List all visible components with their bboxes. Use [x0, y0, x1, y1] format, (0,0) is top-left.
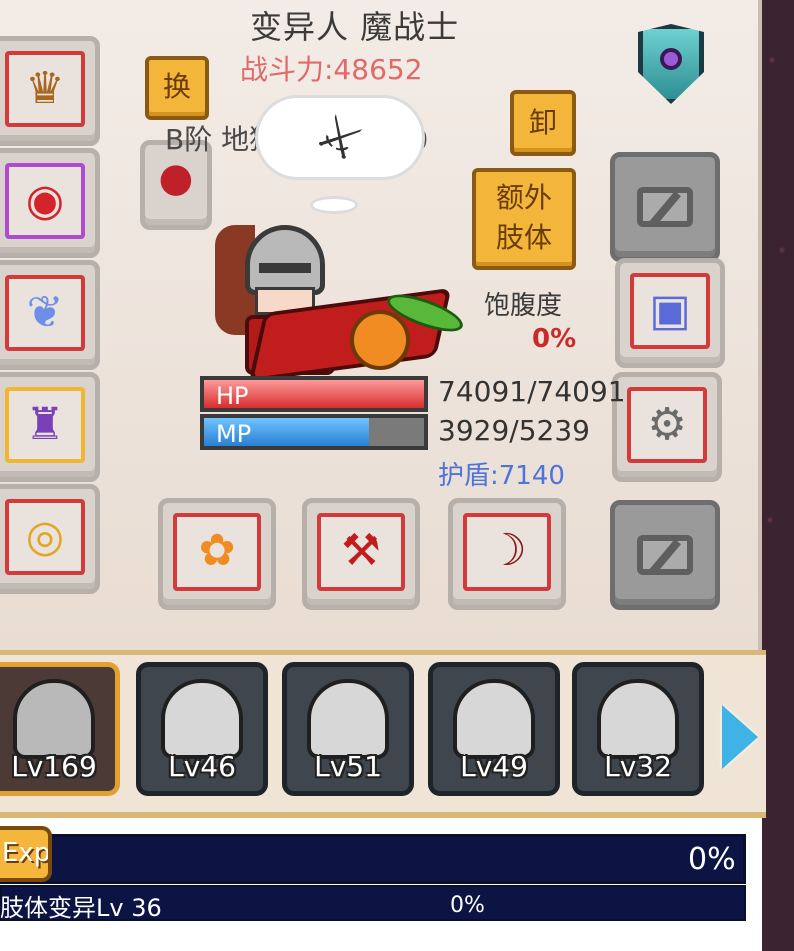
class-emblem-icon[interactable]	[620, 8, 722, 116]
character-helmet	[245, 225, 325, 295]
emblem-core	[660, 48, 682, 70]
purple-armor-icon: ♜	[25, 399, 65, 450]
roster-level: Lv32	[604, 750, 672, 783]
roster-card-5[interactable]: Lv32	[572, 662, 704, 796]
slot-locked-top[interactable]	[610, 152, 720, 262]
satiety-label: 饱腹度	[484, 291, 563, 321]
thought-bubble-dot	[310, 196, 358, 214]
mutation-value: 0%	[450, 893, 485, 918]
avatar	[453, 679, 535, 759]
held-pumpkin	[350, 310, 410, 370]
roster-level: Lv169	[11, 750, 97, 783]
hp-bar: HP	[200, 376, 428, 412]
roster-level: Lv46	[168, 750, 236, 783]
hp-value: 74091/74091	[438, 375, 626, 408]
slot-ranged[interactable]: ☽	[448, 498, 566, 610]
mutation-label: 肢体变异Lv 36	[0, 894, 162, 922]
exp-bar	[0, 834, 746, 884]
slot-locked-bottom[interactable]	[610, 500, 720, 610]
slot-wing[interactable]: ❦	[0, 260, 100, 370]
roster-level: Lv51	[314, 750, 382, 783]
combat-power: 战斗力:48652	[240, 53, 423, 86]
next-arrow-icon[interactable]	[722, 705, 758, 769]
shield-value: 护盾:7140	[438, 461, 565, 491]
hp-label: HP	[216, 382, 249, 410]
slot-gun[interactable]: ⚙	[612, 372, 722, 482]
roster-card-2[interactable]: Lv46	[136, 662, 268, 796]
mech-gun-icon: ⚙	[647, 399, 687, 450]
slot-ring[interactable]: ◎	[0, 484, 100, 594]
slot-offhand[interactable]: ✿	[158, 498, 276, 610]
avatar	[13, 679, 95, 759]
panel-edge-decoration	[762, 0, 794, 951]
slot-head[interactable]: ♛	[0, 36, 100, 146]
pendant-amulet-icon: ◉	[25, 175, 65, 226]
mp-label: MP	[216, 420, 252, 448]
slot-mainhand[interactable]: ⚒	[302, 498, 420, 610]
slot-device[interactable]: ▣	[615, 258, 725, 368]
avatar	[597, 679, 679, 759]
roster-card-3[interactable]: Lv51	[282, 662, 414, 796]
exp-value: 0%	[688, 842, 736, 877]
character-title: 变异人 魔战士	[250, 8, 460, 46]
roster-card-1[interactable]: Lv169	[0, 662, 120, 796]
locked-slot-icon	[637, 187, 693, 227]
mp-bar: MP	[200, 414, 428, 450]
device-icon: ▣	[649, 285, 691, 336]
red-scythe-icon: ⚒	[341, 525, 381, 576]
extra-limb-label-2: 肢体	[495, 221, 552, 254]
demon-bow-icon: ☽	[487, 525, 527, 576]
avatar	[307, 679, 389, 759]
thorn-crown-icon: ♛	[25, 63, 65, 114]
character-visor	[259, 263, 311, 273]
pumpkin-staff-icon: ✿	[198, 525, 236, 576]
blue-wing-icon: ❦	[26, 287, 64, 338]
extra-limb-button[interactable]: 额外 肢体	[472, 168, 576, 270]
avatar	[161, 679, 243, 759]
mp-value: 3929/5239	[438, 414, 590, 447]
exp-label: Exp	[0, 826, 52, 882]
red-orb-icon: ●	[158, 155, 194, 201]
slot-armor[interactable]: ♜	[0, 372, 100, 482]
locked-slot-icon	[637, 535, 693, 575]
swap-button[interactable]: 换	[145, 56, 209, 120]
satiety-value: 0%	[532, 324, 577, 354]
extra-limb-label-1: 额外	[495, 181, 552, 214]
roster-card-4[interactable]: Lv49	[428, 662, 560, 796]
roster-level: Lv49	[460, 750, 528, 783]
unequip-button[interactable]: 卸	[510, 90, 576, 156]
slot-necklace[interactable]: ◉	[0, 148, 100, 258]
golden-ring-icon: ◎	[25, 511, 65, 562]
